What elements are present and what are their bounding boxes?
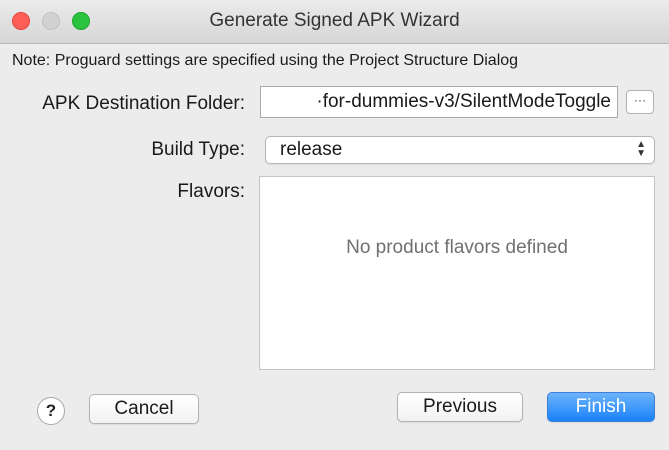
title-bar[interactable]: Generate Signed APK Wizard [0, 0, 669, 44]
browse-folder-button[interactable]: ··· [626, 90, 654, 114]
flavors-label: Flavors: [177, 181, 245, 202]
updown-chevron-icon: ▲ ▼ [636, 139, 646, 159]
flavors-list[interactable]: No product flavors defined [259, 176, 655, 370]
window-title: Generate Signed APK Wizard [209, 10, 460, 31]
dialog-window: Generate Signed APK Wizard Note: Proguar… [0, 0, 669, 450]
cancel-button[interactable]: Cancel [89, 394, 199, 424]
apk-destination-input[interactable]: ·for-dummies-v3/SilentModeToggle [260, 86, 618, 118]
build-type-value: release [280, 139, 343, 160]
previous-button[interactable]: Previous [397, 392, 523, 422]
proguard-note: Note: Proguard settings are specified us… [12, 52, 519, 69]
build-type-label: Build Type: [151, 139, 245, 160]
build-type-select[interactable]: release ▲ ▼ [265, 136, 655, 164]
flavors-empty-message: No product flavors defined [346, 237, 568, 258]
apk-destination-label: APK Destination Folder: [42, 93, 245, 114]
finish-button[interactable]: Finish [547, 392, 655, 422]
help-button[interactable]: ? [37, 397, 65, 425]
